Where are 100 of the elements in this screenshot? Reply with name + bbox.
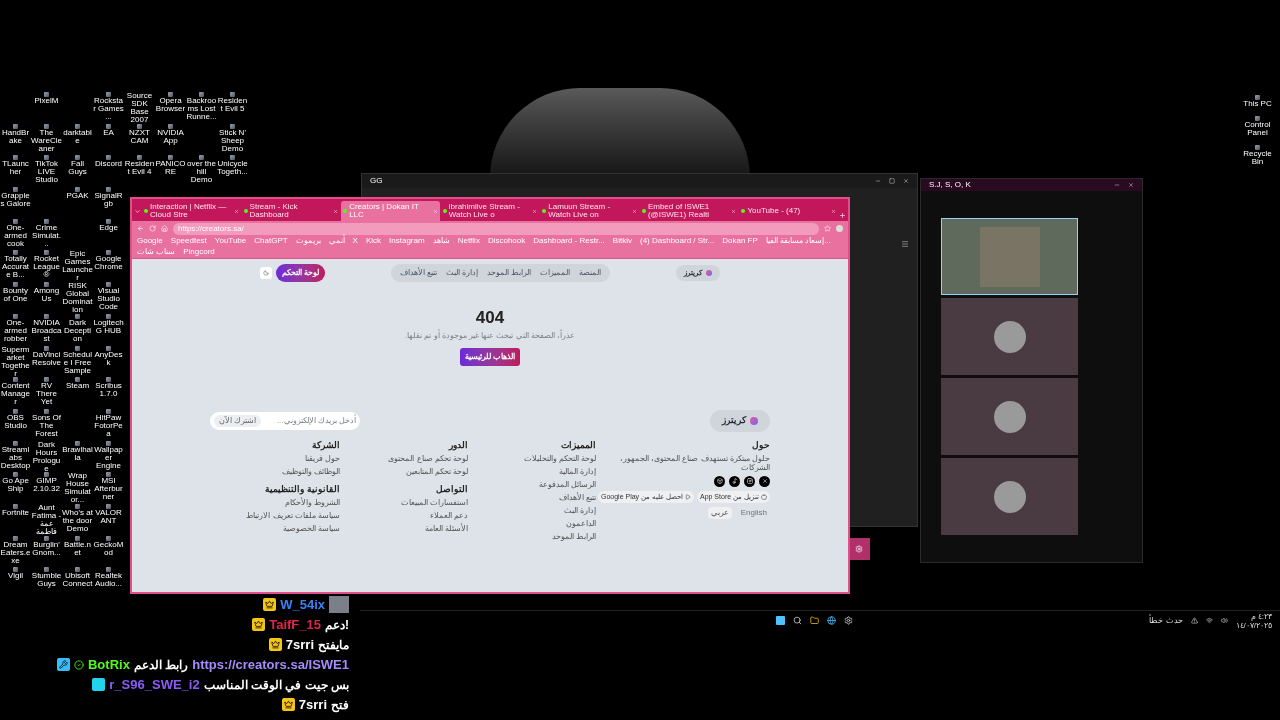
app-icon[interactable] [168, 123, 173, 129]
app-icon[interactable] [44, 345, 49, 351]
app-icon[interactable] [75, 345, 80, 351]
close-icon[interactable] [903, 178, 909, 184]
footer-link[interactable]: الأسئلة العامة [354, 523, 468, 533]
language-option[interactable]: عربي [707, 507, 732, 519]
app-icon[interactable] [44, 408, 49, 414]
menu-icon[interactable] [901, 240, 909, 248]
footer-link[interactable]: الرابط الموحد [482, 531, 596, 541]
bookmark-item[interactable]: بريموت [295, 236, 321, 246]
app-icon[interactable] [75, 440, 80, 446]
social-icon[interactable] [759, 475, 770, 487]
bookmark-item[interactable]: أنمي [328, 236, 345, 246]
bookmark-item[interactable]: YouTube [214, 236, 247, 246]
footer-link[interactable]: إدارة المالية [482, 466, 596, 476]
start-icon[interactable] [776, 616, 786, 625]
nav-link[interactable]: إدارة البث [446, 267, 479, 279]
app-icon[interactable] [106, 567, 111, 573]
bookmark-item[interactable]: ChatGPT [254, 236, 288, 246]
app-icon[interactable] [106, 472, 111, 478]
bookmark-item[interactable]: Google [137, 236, 163, 246]
nav-link[interactable]: المنصة [579, 267, 602, 279]
theme-toggle-button[interactable] [260, 267, 272, 279]
app-icon[interactable] [75, 155, 80, 161]
app-icon[interactable] [13, 472, 18, 478]
social-icon[interactable] [744, 475, 755, 487]
logo-pill[interactable]: كريترز [710, 410, 770, 432]
wifi-icon[interactable] [1205, 617, 1213, 624]
bookmark-item[interactable]: Pingcord [183, 247, 215, 257]
footer-link[interactable]: حول فريقنا [226, 453, 340, 463]
warning-icon[interactable] [1190, 617, 1198, 624]
app-icon[interactable] [13, 408, 18, 414]
footer-link[interactable]: تتبع الأهداف [482, 492, 596, 502]
app-icon[interactable] [106, 535, 111, 541]
footer-link[interactable]: استفسارات المبيعات [354, 497, 468, 507]
app-icon[interactable] [75, 377, 80, 383]
app-icon[interactable] [44, 218, 49, 224]
app-icon[interactable] [230, 155, 235, 161]
new-tab-icon[interactable] [839, 212, 847, 219]
chat-link[interactable]: https://creators.sa/ISWE1 [192, 654, 349, 675]
app-icon[interactable] [106, 155, 111, 161]
close-icon[interactable] [1128, 182, 1134, 188]
app-icon[interactable] [106, 313, 111, 319]
footer-link[interactable]: الشروط والأحكام [226, 497, 340, 507]
app-icon[interactable] [44, 567, 49, 573]
app-icon[interactable] [106, 345, 111, 351]
app-icon[interactable] [106, 377, 111, 383]
clock-time[interactable]: ٤:٢٣ م [1250, 611, 1272, 621]
bookmark-item[interactable]: شاهد [432, 236, 450, 246]
app-icon[interactable] [75, 503, 80, 509]
social-icon[interactable] [729, 475, 740, 487]
app-icon[interactable] [75, 313, 80, 319]
bookmark-item[interactable]: (4) Dashboard / Str... [639, 236, 715, 246]
app-icon[interactable] [106, 408, 111, 414]
bookmark-item[interactable]: X [352, 236, 358, 246]
footer-link[interactable]: إدارة البث [482, 505, 596, 515]
settings-button[interactable] [848, 538, 870, 560]
app-icon[interactable] [44, 377, 49, 383]
app-icon[interactable] [13, 535, 18, 541]
app-icon[interactable] [44, 472, 49, 478]
app-icon[interactable] [106, 503, 111, 509]
app-icon[interactable] [75, 535, 80, 541]
app-icon[interactable] [106, 282, 111, 288]
app-icon[interactable] [13, 250, 18, 256]
social-icon[interactable] [714, 475, 725, 487]
app-icon[interactable] [44, 123, 49, 129]
footer-link[interactable]: لوحة تحكم صناع المحتوى [354, 453, 468, 463]
app-icon[interactable] [13, 155, 18, 161]
app-icon[interactable] [137, 123, 142, 129]
bookmark-item[interactable]: Instagram [389, 236, 425, 246]
folder-icon[interactable] [810, 616, 820, 625]
footer-link[interactable]: لوحة التحكم والتحليلات [482, 453, 596, 463]
bookmark-star-icon[interactable] [824, 225, 831, 232]
app-icon[interactable] [13, 187, 18, 193]
clock-date[interactable]: ١٤/٠٧/٢٠٢٥ [1235, 620, 1272, 630]
bookmark-item[interactable]: Netflix [457, 236, 480, 246]
nav-link[interactable]: المميزات [540, 267, 571, 279]
bookmark-item[interactable]: Dokan FP [722, 236, 758, 246]
app-icon[interactable] [44, 282, 49, 288]
home-button[interactable]: الذهاب للرئيسية [459, 348, 521, 366]
footer-link[interactable]: سياسة الخصوصية [226, 523, 340, 533]
app-icon[interactable] [106, 123, 111, 129]
bookmark-item[interactable]: Dashboard - Restr... [533, 236, 605, 246]
footer-link[interactable]: الرسائل المدفوعة [482, 479, 596, 489]
app-icon[interactable] [106, 440, 111, 446]
globe-icon[interactable] [827, 616, 837, 625]
app-icon[interactable] [44, 250, 49, 256]
app-icon[interactable] [106, 187, 111, 193]
footer-link[interactable]: لوحة تحكم المتابعين [354, 466, 468, 476]
app-icon[interactable] [13, 218, 18, 224]
app-icon[interactable] [13, 440, 18, 446]
nav-link[interactable]: تتبع الأهداف [399, 267, 437, 279]
app-icon[interactable] [44, 535, 49, 541]
volume-icon[interactable] [1220, 617, 1228, 624]
browser-tab[interactable]: Creators | Dokan IT LLC [341, 201, 440, 221]
app-icon[interactable] [168, 155, 173, 161]
subscribe-button[interactable]: اشترك الآن [214, 414, 262, 427]
bookmark-item[interactable]: إسعاد مسابقة الفيا... [765, 236, 831, 246]
bookmark-item[interactable]: Discohook [487, 236, 526, 246]
app-icon[interactable] [13, 282, 18, 288]
